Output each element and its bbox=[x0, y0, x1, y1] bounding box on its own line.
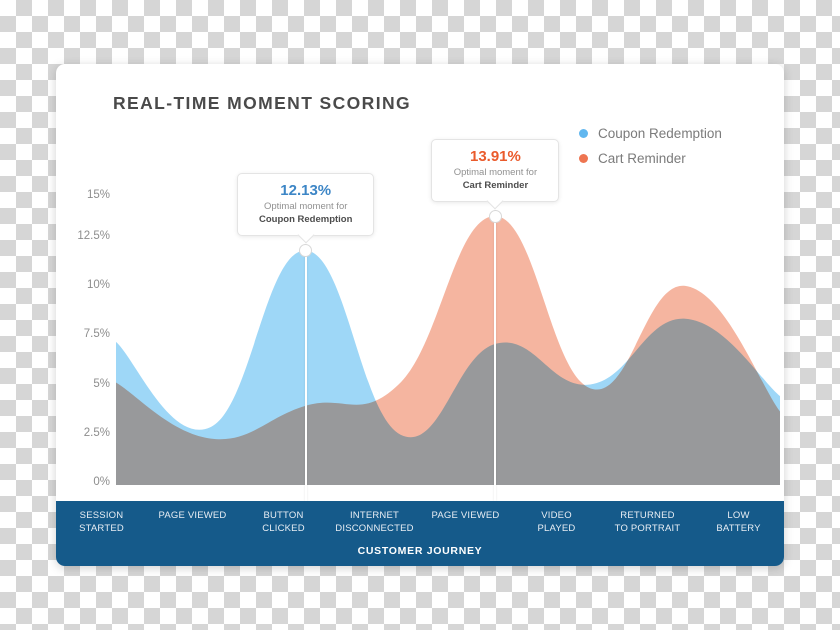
customer-journey-bar: SESSION STARTED PAGE VIEWED BUTTON CLICKED… bbox=[56, 501, 784, 566]
journey-caption: CUSTOMER JOURNEY bbox=[357, 545, 483, 557]
tooltip-value-coupon-redemption: 12.13% bbox=[280, 182, 332, 200]
tooltip-value-cart-reminder: 13.91% bbox=[469, 148, 521, 166]
marker-dot-cart-reminder[interactable] bbox=[488, 209, 502, 223]
journey-step-1[interactable]: PAGE VIEWED bbox=[147, 510, 238, 523]
tooltip-series-cart-reminder: Cart Reminder bbox=[462, 180, 529, 192]
tooltip-series-coupon-redemption: Coupon Redemption bbox=[259, 214, 353, 226]
journey-step-6[interactable]: RETURNED TO PORTRAIT bbox=[602, 510, 693, 535]
area-chart-svg bbox=[116, 216, 780, 485]
journey-step-3[interactable]: INTERNET DISCONNECTED bbox=[329, 510, 420, 535]
tooltip-subtitle-cart-reminder: Optimal moment for bbox=[453, 167, 538, 179]
tooltip-subtitle-coupon-redemption: Optimal moment for bbox=[263, 201, 348, 213]
screenshot-canvas: REAL-TIME MOMENT SCORING Coupon Redempti… bbox=[0, 0, 840, 630]
journey-step-list: SESSION STARTED PAGE VIEWED BUTTON CLICKED… bbox=[56, 501, 784, 541]
journey-step-7[interactable]: LOW BATTERY bbox=[693, 510, 784, 535]
plot-area: 15% 12.5% 10% 7.5% 5% 2.5% 0% 12.13% Opt… bbox=[56, 64, 784, 501]
journey-step-5[interactable]: VIDEO PLAYED bbox=[511, 510, 602, 535]
marker-line-cart-reminder bbox=[494, 216, 497, 501]
tooltip-cart-reminder[interactable]: 13.91% Optimal moment for Cart Reminder bbox=[431, 139, 560, 210]
tooltip-coupon-redemption[interactable]: 12.13% Optimal moment for Coupon Redempt… bbox=[237, 173, 375, 244]
journey-step-0[interactable]: SESSION STARTED bbox=[56, 510, 147, 535]
marker-line-coupon-redemption bbox=[304, 250, 307, 501]
journey-step-2[interactable]: BUTTON CLICKED bbox=[238, 510, 329, 535]
chart-card: REAL-TIME MOMENT SCORING Coupon Redempti… bbox=[56, 64, 784, 566]
journey-step-4[interactable]: PAGE VIEWED bbox=[420, 510, 511, 523]
